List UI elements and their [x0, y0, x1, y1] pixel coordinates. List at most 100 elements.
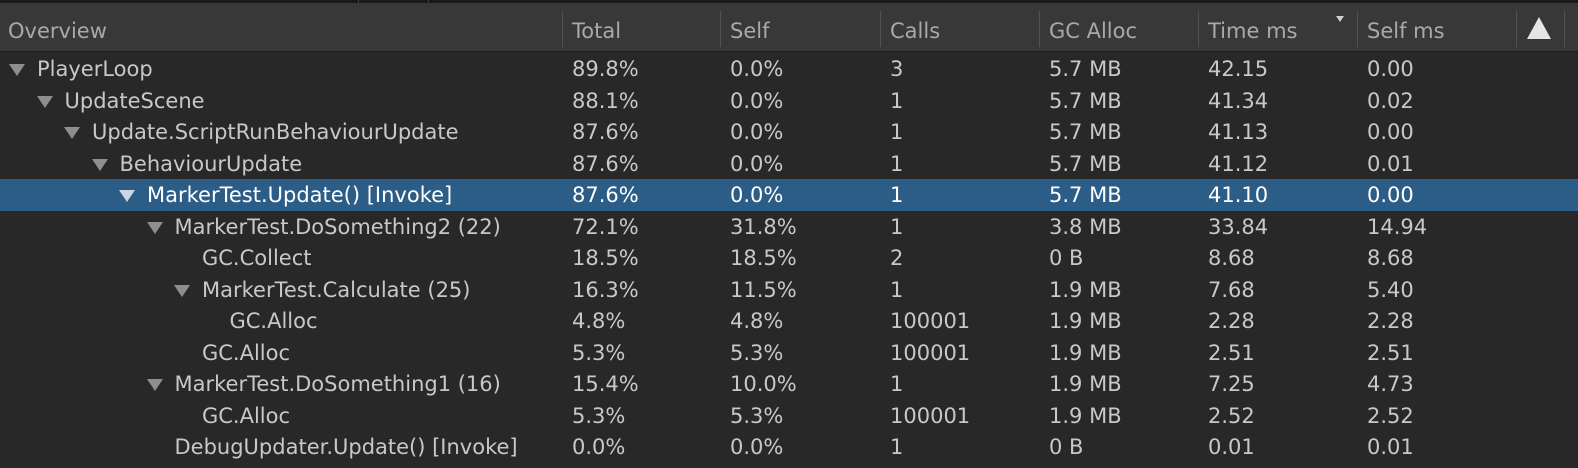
tree-row[interactable]: PlayerLoop 89.8% 0.0% 3 5.7 MB 42.15 0.00	[0, 53, 1578, 85]
gc-alloc-cell: 1.9 MB	[1049, 372, 1122, 396]
gc-alloc-cell: 1.9 MB	[1049, 309, 1122, 333]
time-ms-cell: 7.68	[1208, 277, 1255, 302]
gc-alloc-cell: 5.7 MB	[1049, 88, 1122, 113]
gc-alloc-cell: 0 B	[1049, 435, 1084, 459]
column-header-self-ms[interactable]: Self ms	[1367, 3, 1507, 51]
expand-toggle-icon[interactable]	[119, 190, 135, 202]
total-cell: 0.0%	[572, 435, 626, 459]
column-header-total[interactable]: Total	[572, 3, 712, 51]
column-header-overview[interactable]: Overview	[8, 3, 558, 51]
total-cell: 4.8%	[572, 309, 626, 333]
self-ms-cell: 5.40	[1367, 277, 1414, 302]
expand-toggle-icon[interactable]	[9, 64, 25, 76]
gc-alloc-cell: 5.7 MB	[1049, 151, 1122, 176]
expand-toggle-icon[interactable]	[174, 284, 190, 297]
expand-toggle-icon[interactable]	[91, 158, 108, 171]
column-header-self[interactable]: Self	[730, 3, 870, 51]
gc-alloc-cell: 5.7 MB	[1049, 57, 1122, 81]
tree-row[interactable]: GC.Collect 18.5% 18.5% 2 0 B 8.68 8.68	[0, 242, 1578, 274]
self-cell: 0.0%	[730, 435, 784, 459]
tree-row[interactable]: MarkerTest.Update() [Invoke] 87.6% 0.0% 1 5.…	[0, 179, 1578, 211]
tree-row[interactable]: MarkerTest.DoSomething1 (16) 15.4% 10.0% 1 1…	[0, 368, 1578, 400]
self-ms-cell: 0.00	[1367, 57, 1414, 81]
tree-row[interactable]: BehaviourUpdate 87.6% 0.0% 1 5.7 MB 41.12 0.01	[0, 148, 1578, 180]
marker-name: GC.Alloc	[202, 403, 291, 428]
marker-name: GC.Alloc	[202, 340, 291, 365]
time-ms-cell: 2.52	[1208, 403, 1255, 428]
column-header-calls[interactable]: Calls	[890, 3, 1030, 51]
column-resize-handle[interactable]	[720, 11, 721, 47]
calls-cell: 1	[890, 435, 904, 459]
tree-row[interactable]: MarkerTest.DoSomething2 (22) 72.1% 31.8% 1 3…	[0, 211, 1578, 243]
column-header-bar: Overview Total Self Calls GC Alloc Time …	[0, 3, 1578, 52]
column-resize-handle[interactable]	[1357, 11, 1358, 47]
self-cell: 10.0%	[730, 372, 797, 396]
time-ms-cell: 2.51	[1208, 340, 1255, 365]
time-ms-cell: 0.01	[1208, 435, 1255, 459]
expand-toggle-icon[interactable]	[36, 95, 53, 108]
self-ms-cell: 0.01	[1367, 435, 1414, 459]
calls-cell: 1	[890, 151, 904, 176]
time-ms-cell: 33.84	[1208, 214, 1269, 239]
time-ms-cell: 8.68	[1208, 246, 1255, 270]
column-resize-handle[interactable]	[1198, 11, 1199, 47]
tree-row[interactable]: GC.Alloc 5.3% 5.3% 100001 1.9 MB 2.52 2.52	[0, 400, 1578, 432]
tree-row[interactable]: GC.Alloc 4.8% 4.8% 100001 1.9 MB 2.28 2.28	[0, 305, 1578, 337]
column-header-time-ms[interactable]: Time ms	[1208, 3, 1348, 51]
self-cell: 4.8%	[730, 309, 784, 333]
time-ms-cell: 41.10	[1208, 183, 1269, 207]
self-ms-cell: 0.01	[1367, 151, 1414, 176]
self-cell: 18.5%	[730, 246, 797, 270]
calls-cell: 1	[890, 120, 904, 144]
total-cell: 18.5%	[572, 246, 639, 270]
total-cell: 88.1%	[572, 88, 639, 113]
self-cell: 0.0%	[730, 151, 784, 176]
total-cell: 15.4%	[572, 372, 639, 396]
time-ms-cell: 7.25	[1208, 372, 1255, 396]
profiler-hierarchy-tree: PlayerLoop 89.8% 0.0% 3 5.7 MB 42.15 0.00 Updat…	[0, 53, 1578, 463]
gc-alloc-cell: 1.9 MB	[1049, 277, 1122, 302]
gc-alloc-cell: 1.9 MB	[1049, 403, 1122, 428]
marker-name: GC.Alloc	[229, 309, 318, 333]
expand-toggle-icon[interactable]	[146, 221, 163, 234]
marker-name: MarkerTest.DoSomething1 (16)	[174, 372, 501, 396]
column-resize-handle[interactable]	[562, 11, 563, 47]
self-ms-cell: 0.00	[1367, 120, 1414, 144]
tree-row[interactable]: DebugUpdater.Update() [Invoke] 0.0% 0.0% 1 0…	[0, 431, 1578, 463]
tree-row[interactable]: MarkerTest.Calculate (25) 16.3% 11.5% 1 1.9 …	[0, 274, 1578, 306]
time-ms-cell: 41.12	[1208, 151, 1269, 176]
marker-name: GC.Collect	[202, 246, 312, 270]
self-ms-cell: 14.94	[1367, 214, 1428, 239]
column-resize-handle[interactable]	[1564, 11, 1565, 47]
column-resize-handle[interactable]	[880, 11, 881, 47]
marker-name: UpdateScene	[64, 88, 205, 113]
expand-toggle-icon[interactable]	[64, 127, 80, 139]
total-cell: 87.6%	[572, 120, 639, 144]
tree-row[interactable]: GC.Alloc 5.3% 5.3% 100001 1.9 MB 2.51 2.51	[0, 337, 1578, 369]
time-ms-cell: 2.28	[1208, 309, 1255, 333]
tree-row[interactable]: UpdateScene 88.1% 0.0% 1 5.7 MB 41.34 0.02	[0, 85, 1578, 117]
expand-toggle-icon[interactable]	[146, 379, 163, 391]
calls-cell: 2	[890, 246, 904, 270]
column-header-gc-alloc[interactable]: GC Alloc	[1049, 3, 1189, 51]
warnings-button[interactable]	[1524, 9, 1554, 47]
self-cell: 31.8%	[730, 214, 797, 239]
self-ms-cell: 0.00	[1367, 183, 1414, 207]
marker-name: DebugUpdater.Update() [Invoke]	[174, 435, 518, 459]
total-cell: 87.6%	[572, 183, 639, 207]
marker-name: BehaviourUpdate	[119, 151, 303, 176]
calls-cell: 100001	[890, 340, 971, 365]
total-cell: 87.6%	[572, 151, 639, 176]
marker-name: MarkerTest.Calculate (25)	[202, 277, 471, 302]
total-cell: 5.3%	[572, 340, 626, 365]
column-resize-handle[interactable]	[1516, 11, 1517, 47]
tree-row[interactable]: Update.ScriptRunBehaviourUpdate 87.6% 0.0%…	[0, 116, 1578, 148]
calls-cell: 1	[890, 88, 904, 113]
self-cell: 0.0%	[730, 183, 784, 207]
self-cell: 11.5%	[730, 277, 797, 302]
self-cell: 0.0%	[730, 120, 784, 144]
column-resize-handle[interactable]	[1039, 11, 1040, 47]
total-cell: 89.8%	[572, 57, 639, 81]
gc-alloc-cell: 5.7 MB	[1049, 120, 1122, 144]
gc-alloc-cell: 1.9 MB	[1049, 340, 1122, 365]
